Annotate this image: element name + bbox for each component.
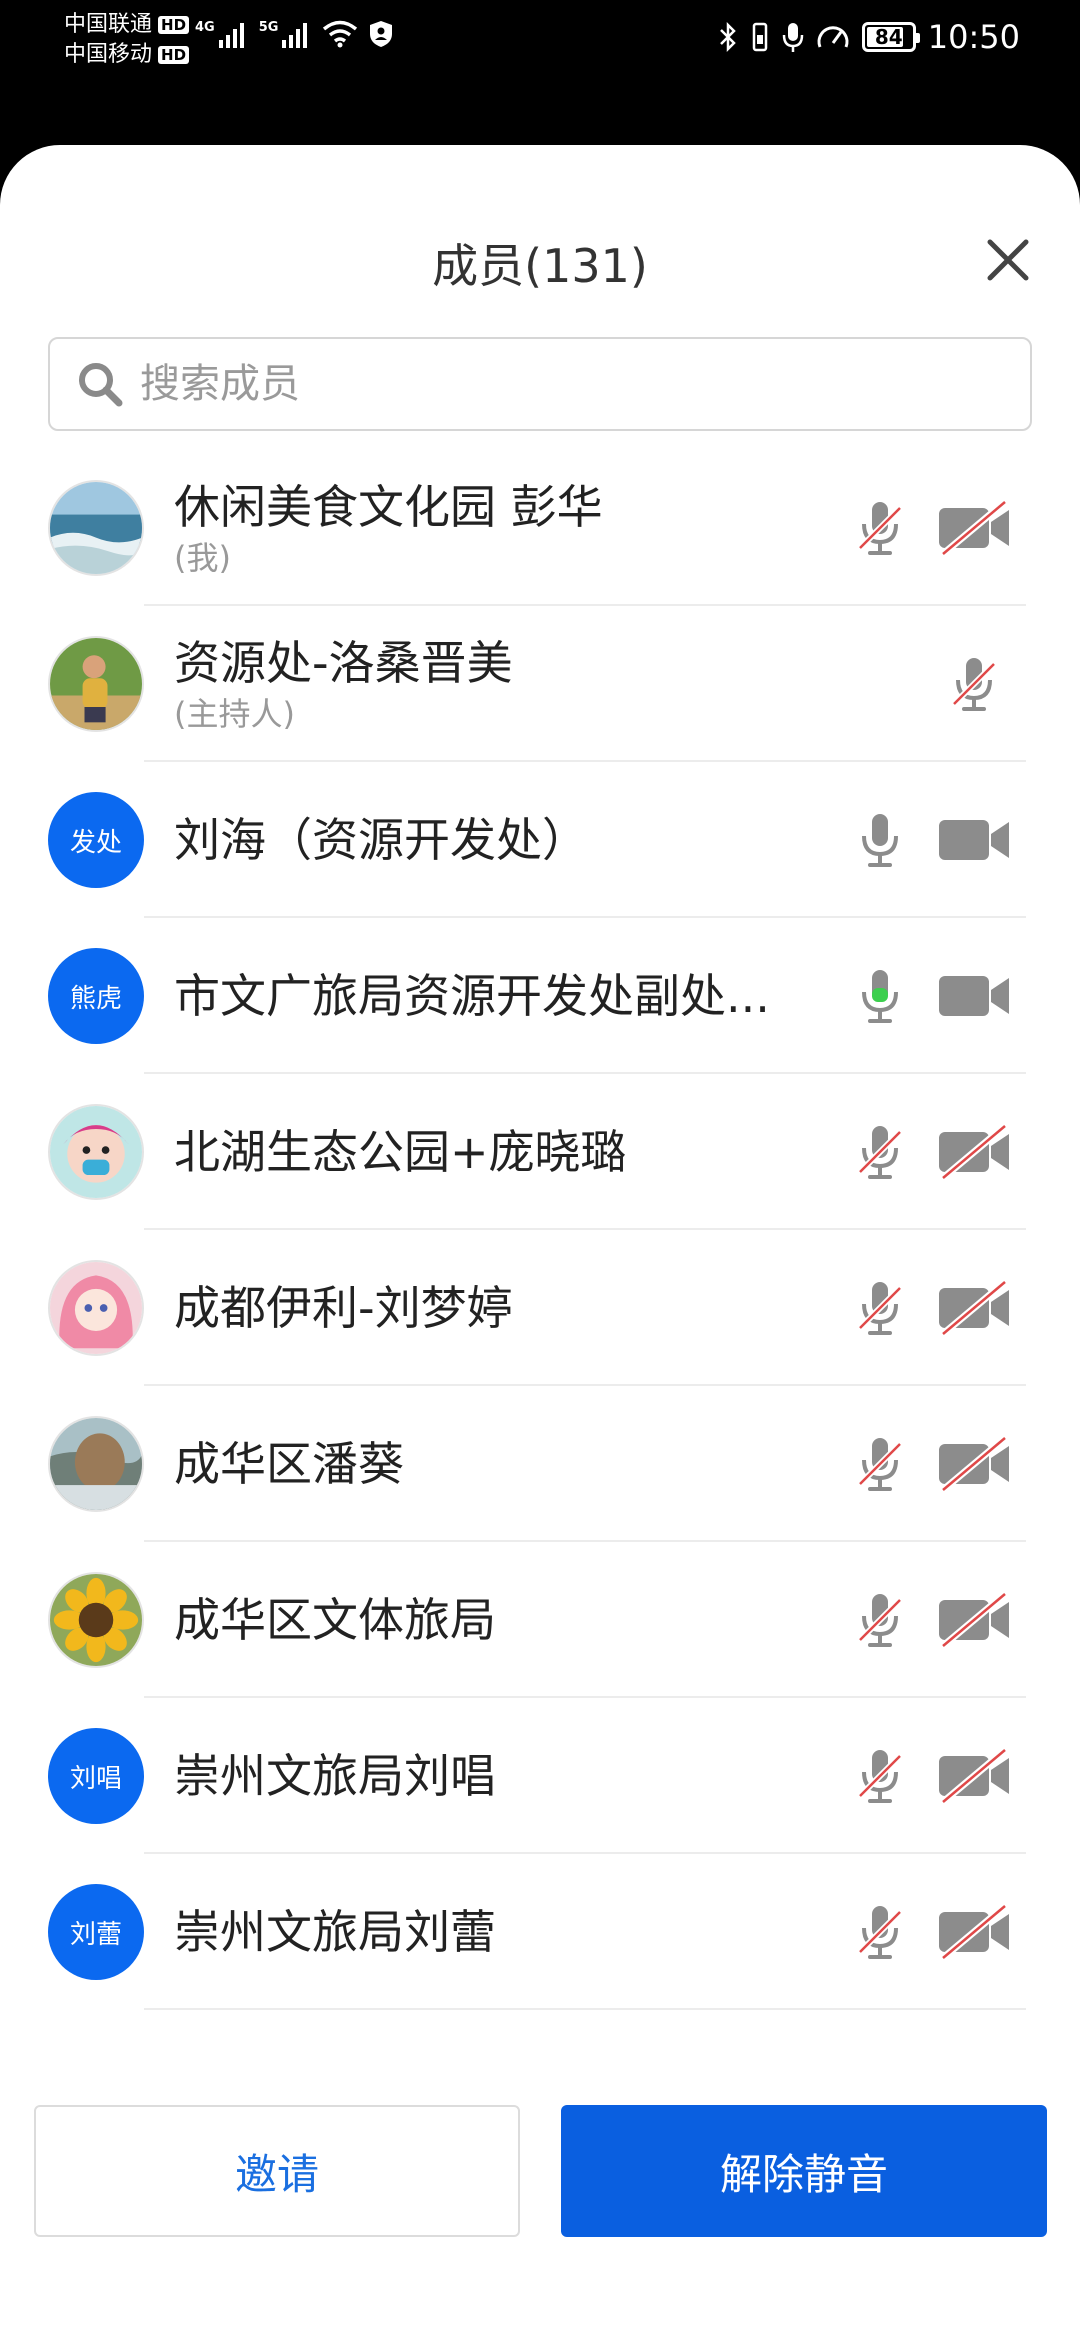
network-2-label: 5G [258,20,279,35]
unmute-all-button[interactable]: 解除静音 [561,2105,1047,2237]
member-info: 崇州文旅局刘蕾 [174,1903,814,1961]
member-name: 崇州文旅局刘蕾 [174,1905,496,1959]
camera-off-icon[interactable] [934,493,1014,563]
microphone-muted-icon[interactable] [850,493,910,563]
hd-badge-1: HD [158,16,190,34]
camera-off-icon[interactable] [934,1429,1014,1499]
member-name: 北湖生态公园+庞晓璐 [174,1125,627,1179]
invite-button[interactable]: 邀请 [34,2105,520,2237]
member-info: 休闲美食文化园 彭华 (我) [174,478,814,578]
member-info: 资源处-洛桑晋美 (主持人) [174,634,814,734]
microphone-muted-icon[interactable] [850,1429,910,1499]
member-info: 刘海（资源开发处） [174,811,814,869]
avatar-photo-person [48,636,144,732]
member-row[interactable]: 刘唱 崇州文旅局刘唱 [0,1698,1080,1854]
clock: 10:50 [927,18,1020,56]
members-sheet: 成员(131) 休闲美食文化园 彭华 (我) 资源处-洛桑晋美 (主持人) 发处刘海（资… [0,145,1080,2340]
wifi-icon [323,20,358,48]
camera-icon[interactable] [934,961,1014,1031]
close-button[interactable] [976,228,1040,292]
microphone-muted-icon[interactable] [850,1585,910,1655]
avatar: 发处 [48,792,144,888]
member-info: 北湖生态公园+庞晓璐 [174,1123,814,1181]
member-info: 市文广旅局资源开发处副处... [174,967,814,1025]
member-name: 资源处-洛桑晋美 [174,636,513,690]
microphone-muted-icon[interactable] [944,649,1004,719]
camera-off-icon[interactable] [934,1585,1014,1655]
camera-icon[interactable] [934,805,1014,875]
hd-badge-2: HD [158,46,190,64]
member-name: 成华区文体旅局 [174,1593,496,1647]
avatar-photo-anime [48,1260,144,1356]
member-info: 崇州文旅局刘唱 [174,1747,814,1805]
signal-2-icon [282,23,308,48]
carrier-info: 中国联通 HD 中国移动 HD [64,10,190,70]
avatar: 刘唱 [48,1728,144,1824]
vpn-shield-icon [370,21,393,47]
microphone-muted-icon[interactable] [850,1741,910,1811]
member-info: 成华区潘葵 [174,1435,814,1493]
member-list: 休闲美食文化园 彭华 (我) 资源处-洛桑晋美 (主持人) 发处 刘海（资源开发处） 熊虎市… [0,450,1080,2010]
status-right: 84 10:50 [718,18,1020,56]
carrier-1-label: 中国联通 [64,12,153,37]
microphone-status-icon [782,23,804,52]
camera-off-icon[interactable] [934,1273,1014,1343]
member-row[interactable]: 北湖生态公园+庞晓璐 [0,1074,1080,1230]
member-role: (我) [174,539,231,577]
carrier-2-label: 中国移动 [64,42,153,67]
member-row[interactable]: 发处 刘海（资源开发处） [0,762,1080,918]
network-1-label: 4G [195,20,215,35]
search-icon [79,363,123,407]
signal-1-icon [218,23,244,48]
camera-off-icon[interactable] [934,1897,1014,1967]
microphone-icon[interactable] [850,805,910,875]
microphone-muted-icon[interactable] [850,1273,910,1343]
avatar: 熊虎 [48,948,144,1044]
signal-indicators: 4G 5G [195,20,394,48]
member-row[interactable]: 熊虎 市文广旅局资源开发处副处... [0,918,1080,1074]
member-row[interactable]: 休闲美食文化园 彭华 (我) [0,450,1080,606]
status-bar: 中国联通 HD 中国移动 HD 4G 5G 84 10:50 [0,0,1080,145]
member-name: 刘海（资源开发处） [174,813,588,867]
bottom-action-bar: 邀请 解除静音 [0,2105,1080,2245]
member-name: 成华区潘葵 [174,1437,404,1491]
member-info: 成华区文体旅局 [174,1591,814,1649]
avatar: 刘蕾 [48,1884,144,1980]
sheet-title: 成员(131) [432,239,648,293]
member-row[interactable]: 刘蕾 崇州文旅局刘蕾 [0,1854,1080,2010]
member-row[interactable]: 成华区潘葵 [0,1386,1080,1542]
camera-off-icon[interactable] [934,1741,1014,1811]
microphone-icon[interactable] [850,961,910,1031]
avatar-photo-landscape [48,1416,144,1512]
member-row[interactable]: 资源处-洛桑晋美 (主持人) [0,606,1080,762]
avatar-photo-cartoon [48,1104,144,1200]
search-box[interactable] [48,337,1032,431]
microphone-muted-icon[interactable] [850,1117,910,1187]
member-row[interactable]: 成华区文体旅局 [0,1542,1080,1698]
camera-off-icon[interactable] [934,1117,1014,1187]
avatar-photo-sunflower [48,1572,144,1668]
member-role: (主持人) [174,695,295,733]
member-name: 市文广旅局资源开发处副处... [174,969,770,1023]
avatar-photo-sea [48,480,144,576]
vibrate-icon [752,22,768,52]
search-input[interactable] [138,360,962,408]
close-icon [987,239,1029,281]
microphone-muted-icon[interactable] [850,1897,910,1967]
bluetooth-icon [719,21,736,53]
battery-level: 84 [874,25,903,49]
member-name: 成都伊利-刘梦婷 [174,1281,513,1335]
member-name: 休闲美食文化园 彭华 [174,480,603,534]
member-row[interactable]: 成都伊利-刘梦婷 [0,1230,1080,1386]
battery-icon: 84 [861,22,920,52]
member-name: 崇州文旅局刘唱 [174,1749,496,1803]
speedometer-icon [817,26,849,48]
member-info: 成都伊利-刘梦婷 [174,1279,814,1337]
